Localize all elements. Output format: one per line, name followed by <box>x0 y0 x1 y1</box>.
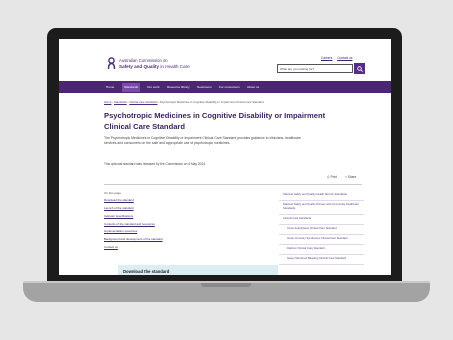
breadcrumb-current: Psychotropic Medicines in Cognitive Disa… <box>160 100 264 104</box>
search-icon <box>356 65 363 72</box>
share-button[interactable]: < Share <box>345 175 356 179</box>
print-label: Print <box>330 175 338 179</box>
share-icon: < <box>345 175 347 179</box>
nav-item-about-us[interactable]: About us <box>247 85 259 89</box>
toc-link-launch[interactable]: Launch of the standard <box>104 206 254 210</box>
toc-link-indicators[interactable]: Indicator specifications <box>104 214 254 218</box>
commission-logo-icon[interactable] <box>107 57 116 70</box>
toc-link-contents[interactable]: Contents of the standard and resources <box>104 222 254 226</box>
brand-rest: in Health Care <box>159 64 190 69</box>
breadcrumb-standards[interactable]: Standards <box>114 100 127 104</box>
on-this-page-list: On this page Download the standard Launc… <box>104 191 254 253</box>
sidebar-item-acute-coronary[interactable]: Acute Coronary Syndromes Clinical Care S… <box>279 235 364 245</box>
contact-us-link[interactable]: Contact us <box>337 56 352 60</box>
breadcrumb: Home › Standards › Clinical care standar… <box>104 100 264 104</box>
careers-link[interactable]: Careers <box>321 56 332 60</box>
download-panel: Download the standard <box>118 265 278 275</box>
browser-viewport: Australian Commission on Safety and Qual… <box>59 39 391 275</box>
sidebar-item-primary-care[interactable]: National Safety and Quality Primary and … <box>279 201 364 215</box>
breadcrumb-home[interactable]: Home <box>104 100 111 104</box>
toc-link-background[interactable]: Background and development of the standa… <box>104 237 254 241</box>
toc-link-contact[interactable]: Contact us <box>104 245 254 249</box>
breadcrumb-clinical-care-standards[interactable]: Clinical care standards <box>129 100 157 104</box>
nav-item-home[interactable]: Home <box>106 85 114 89</box>
nav-item-standards[interactable]: Standards <box>122 83 141 92</box>
toc-heading: On this page <box>104 191 122 195</box>
share-label: Share <box>347 175 357 179</box>
search-button[interactable] <box>354 63 365 74</box>
sidebar-nav: National Safety and Quality Health Servi… <box>279 191 364 265</box>
search-input[interactable]: What are you looking for? <box>277 64 353 73</box>
site-header: Australian Commission on Safety and Qual… <box>59 39 391 79</box>
page-intro: The Psychotropic Medicines in Cognitive … <box>104 136 301 145</box>
nav-item-newsroom[interactable]: Newsroom <box>197 85 212 89</box>
main-nav: Home Standards Our work Resource library… <box>59 81 391 93</box>
laptop-notch <box>201 283 251 287</box>
nav-item-resource-library[interactable]: Resource library <box>167 85 190 89</box>
divider <box>104 184 362 185</box>
toc-link-implementation[interactable]: Implementation resources <box>104 229 254 233</box>
toc-link-download[interactable]: Download the standard <box>104 198 254 202</box>
page-title: Psychotropic Medicines in Cognitive Disa… <box>104 111 326 131</box>
sidebar-item-anaphylaxis[interactable]: Acute Anaphylaxis Clinical Care Standard <box>279 225 364 235</box>
nav-item-for-consumers[interactable]: For consumers <box>219 85 240 89</box>
utility-links: Careers Contact us <box>317 56 352 60</box>
brand-bold: Safety and Quality <box>119 64 160 69</box>
brand-line-2: Safety and Quality in Health Care <box>119 64 190 69</box>
sidebar-item-heavy-menstrual[interactable]: Heavy Menstrual Bleeding Clinical Care S… <box>279 255 364 265</box>
download-heading: Download the standard <box>123 269 170 274</box>
release-note: This optional standard was released by t… <box>104 162 206 166</box>
nav-item-our-work[interactable]: Our work <box>147 85 160 89</box>
sidebar-item-delirium[interactable]: Delirium Clinical Care Standard <box>279 245 364 255</box>
brand-line-1: Australian Commission on <box>119 58 168 63</box>
sidebar-item-nsqhs[interactable]: National Safety and Quality Health Servi… <box>279 191 364 201</box>
sidebar-item-clinical-care[interactable]: Clinical Care Standards <box>279 215 364 225</box>
print-button[interactable]: ⎙ Print <box>327 175 337 179</box>
